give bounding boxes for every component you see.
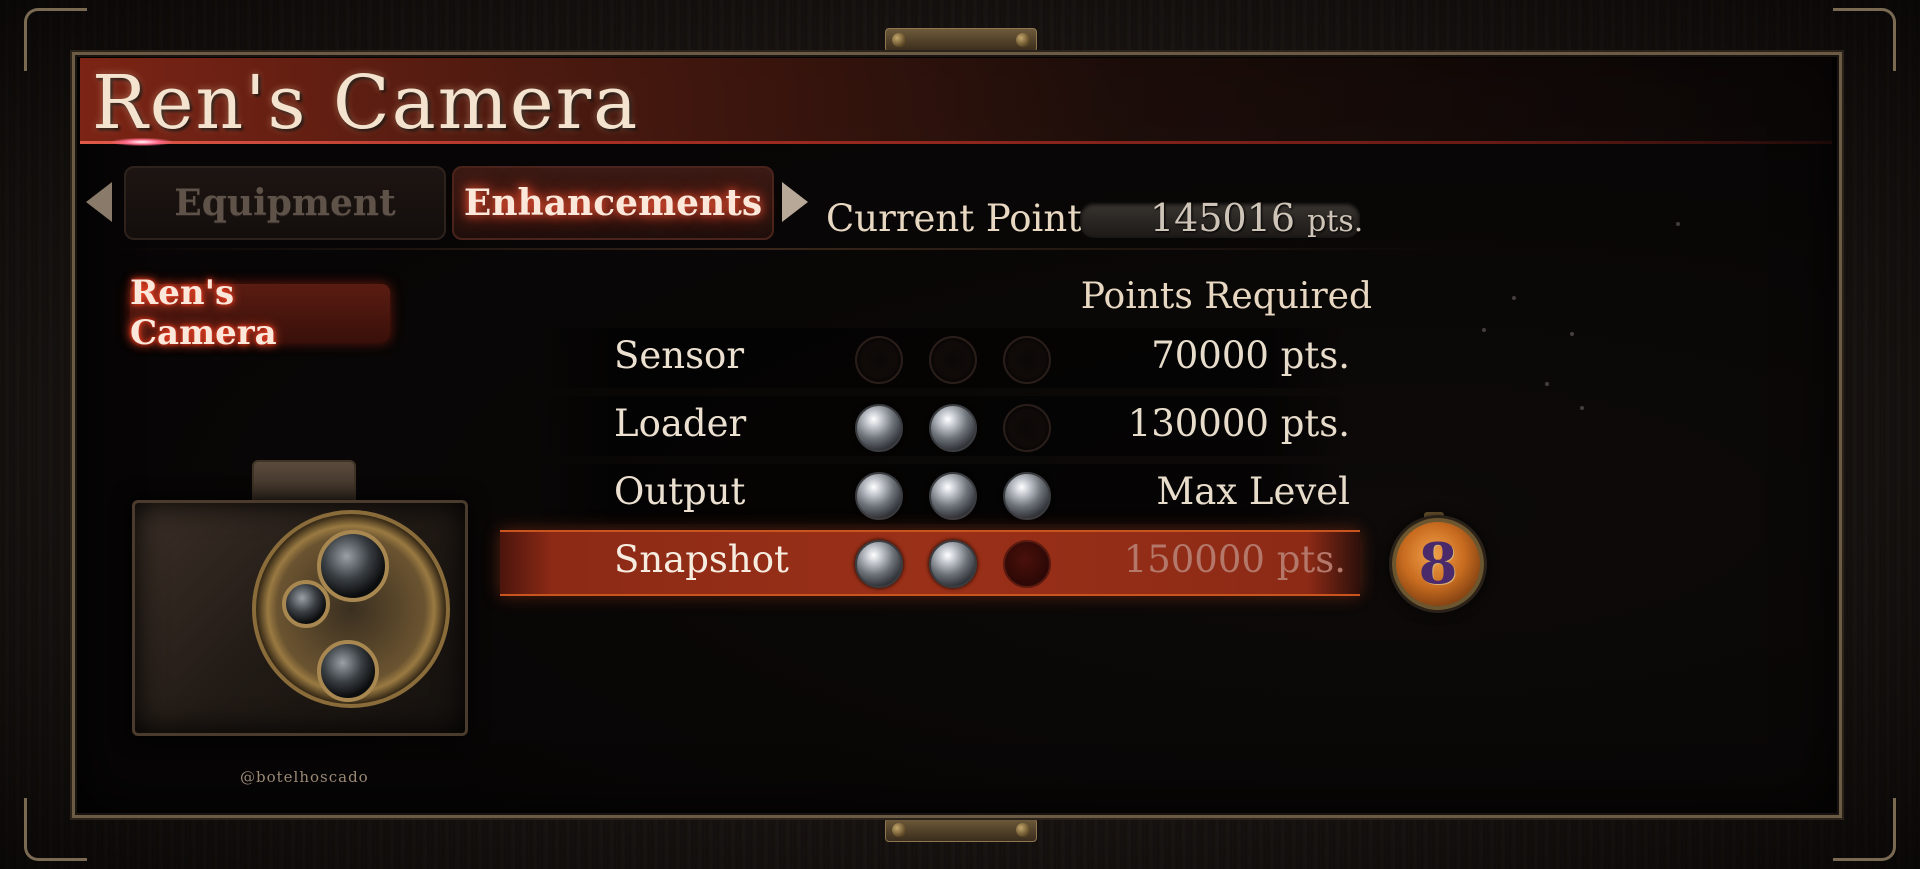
current-points-label: Current Points: — [826, 197, 1114, 240]
level-slot — [929, 472, 977, 520]
enhancement-row-loader[interactable]: Loader 130000 pts. — [530, 396, 1350, 456]
points-unit: pts. — [1307, 204, 1364, 239]
dust-speck — [1570, 332, 1574, 336]
camera-lens — [317, 640, 379, 702]
camera-lens — [282, 580, 330, 628]
screw-icon — [1016, 33, 1030, 47]
page-title: Ren's Camera — [92, 60, 640, 146]
screw-icon — [892, 823, 906, 837]
dust-speck — [1482, 328, 1486, 332]
dust-speck — [1545, 382, 1549, 386]
screw-icon — [1016, 823, 1030, 837]
frame-corner-ornament — [1833, 8, 1896, 71]
level-slot — [929, 336, 977, 384]
camera-illustration — [112, 460, 492, 740]
current-points-value: 145016 pts. — [1150, 196, 1363, 240]
enhancement-name: Snapshot — [614, 538, 789, 581]
brass-plate-bottom — [885, 818, 1037, 842]
enhancement-name: Sensor — [614, 334, 745, 377]
points-number: 145016 — [1150, 196, 1296, 240]
sidebar-item-rens-camera[interactable]: Ren's Camera — [130, 273, 390, 353]
level-slot — [855, 540, 903, 588]
enhancement-row-output[interactable]: Output Max Level — [530, 464, 1350, 524]
level-slot — [929, 404, 977, 452]
enhancement-cost: 130000 pts. — [1127, 402, 1350, 445]
screw-icon — [892, 33, 906, 47]
dust-speck — [1512, 296, 1516, 300]
divider — [100, 248, 1450, 250]
level-slot — [855, 404, 903, 452]
enhancement-name: Loader — [614, 402, 747, 445]
level-badge-icon: 8 — [1392, 518, 1484, 610]
brass-plate-top — [885, 28, 1037, 52]
frame-corner-ornament — [1833, 798, 1896, 861]
tab-enhancements[interactable]: Enhancements — [452, 166, 774, 240]
level-slot — [1003, 540, 1051, 588]
dust-speck — [1676, 222, 1680, 226]
level-slot — [855, 336, 903, 384]
points-required-header: Points Required — [1080, 276, 1372, 317]
level-slot — [1003, 336, 1051, 384]
enhancement-cost: 150000 pts. — [1123, 538, 1346, 581]
watermark: @botelhoscado — [240, 768, 369, 786]
level-slot — [1003, 404, 1051, 452]
enhancement-cost: Max Level — [1156, 470, 1350, 513]
level-slot — [929, 540, 977, 588]
tab-equipment[interactable]: Equipment — [124, 166, 446, 240]
enhancement-row-sensor[interactable]: Sensor 70000 pts. — [530, 328, 1350, 388]
game-screen: Ren's Camera Equipment Enhancements Curr… — [0, 0, 1920, 869]
enhancement-cost: 70000 pts. — [1151, 334, 1350, 377]
enhancement-name: Output — [614, 470, 746, 513]
right-arrow-icon[interactable] — [782, 182, 808, 222]
left-arrow-icon[interactable] — [86, 182, 112, 222]
dust-speck — [1580, 406, 1584, 410]
camera-lens — [317, 530, 389, 602]
level-slot — [855, 472, 903, 520]
level-slot — [1003, 472, 1051, 520]
enhancement-row-snapshot[interactable]: Snapshot 150000 pts. — [500, 530, 1360, 596]
